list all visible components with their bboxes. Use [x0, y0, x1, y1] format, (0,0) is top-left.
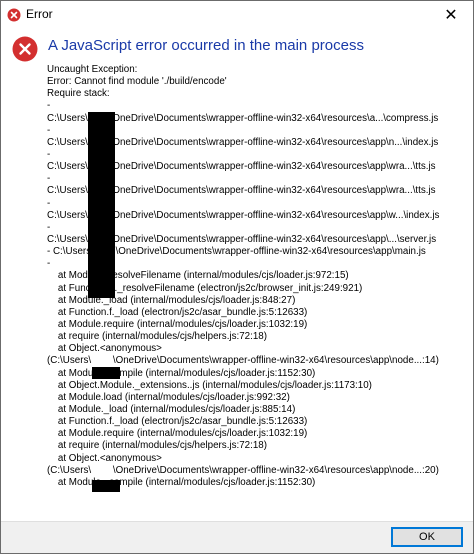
dialog-footer: OK	[1, 521, 473, 553]
error-dialog-window: Error ✕ A JavaScript error occurred in t…	[0, 0, 474, 554]
redaction-block	[88, 112, 115, 298]
title-bar[interactable]: Error ✕	[1, 1, 473, 29]
close-icon: ✕	[444, 7, 458, 24]
log-line: Uncaught Exception:	[47, 64, 138, 75]
log-line: (C:\Users\ \OneDrive\Documents\wrapper-o…	[47, 355, 439, 367]
log-line: Require stack:	[47, 88, 110, 100]
log-line: at require (internal/modules/cjs/helpers…	[47, 440, 267, 452]
error-icon	[7, 8, 21, 22]
log-line: (C:\Users\ \OneDrive\Documents\wrapper-o…	[47, 464, 439, 476]
log-line: at Module.load (internal/modules/cjs/loa…	[47, 391, 290, 403]
redaction-block	[92, 480, 120, 492]
log-line: Error: Cannot find module './build/encod…	[47, 76, 227, 88]
close-button[interactable]: ✕	[429, 1, 473, 29]
log-line: at Object.<anonymous>	[47, 343, 162, 355]
log-line: at Object.<anonymous>	[47, 452, 162, 464]
dialog-content: A JavaScript error occurred in the main …	[1, 29, 473, 522]
log-line: at require (internal/modules/cjs/helpers…	[47, 331, 267, 343]
log-line: at Module.require (internal/modules/cjs/…	[47, 318, 308, 330]
log-line: -	[47, 100, 51, 112]
ok-button[interactable]: OK	[391, 527, 463, 547]
log-line: at Object.Module._extensions..js (intern…	[47, 379, 372, 391]
log-line: at Module._load (internal/modules/cjs/lo…	[47, 403, 296, 415]
log-line: at Module.require (internal/modules/cjs/…	[47, 428, 308, 440]
error-circle-icon	[12, 36, 38, 62]
window-title: Error	[26, 7, 53, 21]
main-instruction: A JavaScript error occurred in the main …	[48, 37, 364, 54]
redaction-block	[92, 367, 120, 379]
log-line: at Function.f._load (electron/js2c/asar_…	[47, 306, 308, 318]
log-line: at Function.f._load (electron/js2c/asar_…	[47, 416, 308, 428]
